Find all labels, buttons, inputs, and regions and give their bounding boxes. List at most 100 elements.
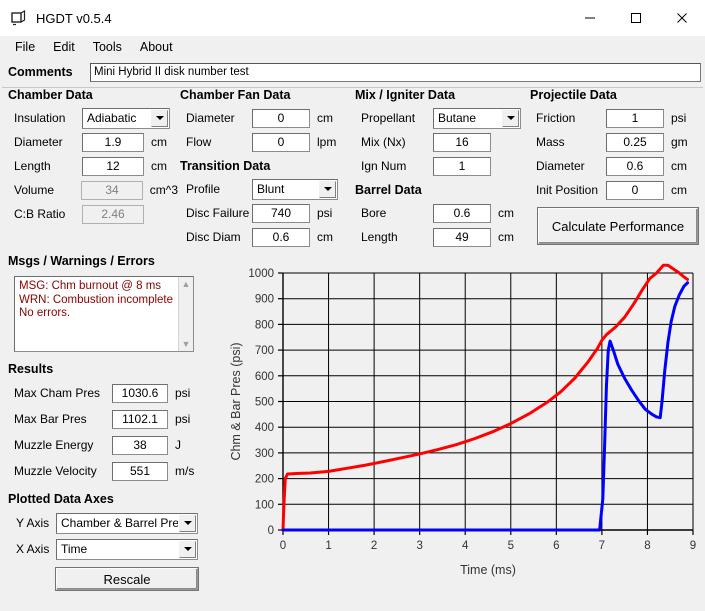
friction-unit: psi (671, 111, 686, 125)
transition-data-title: Transition Data (180, 159, 348, 173)
chamber-length-input[interactable]: 12 (82, 157, 144, 176)
message-line: WRN: Combustion incomplete (19, 294, 189, 308)
chevron-down-icon[interactable] (151, 110, 168, 127)
menu-bar: File Edit Tools About (0, 36, 705, 58)
profile-select[interactable]: Blunt (252, 179, 338, 200)
field-bore: Bore 0.6 cm (355, 201, 525, 225)
field-chamber-diameter-label: Diameter (8, 135, 82, 149)
chamber-volume-value: 34 (81, 181, 142, 200)
init-position-input[interactable]: 0 (606, 181, 664, 200)
message-line: MSG: Chm burnout @ 8 ms (19, 280, 189, 294)
field-mix-nx: Mix (Nx) 16 (355, 130, 525, 154)
field-fan-flow: Flow 0 lpm (180, 130, 348, 154)
barrel-length-input[interactable]: 49 (433, 228, 491, 247)
rescale-button[interactable]: Rescale (56, 568, 198, 590)
y-axis-select[interactable]: Chamber & Barrel Pressure (56, 513, 198, 534)
chamber-length-unit: cm (151, 159, 167, 173)
close-button[interactable] (659, 0, 705, 36)
chevron-down-icon[interactable] (179, 515, 196, 532)
bore-input[interactable]: 0.6 (433, 204, 491, 223)
field-y-axis: Y Axis Chamber & Barrel Pressure (8, 510, 214, 536)
mix-nx-input[interactable]: 16 (433, 133, 491, 152)
result-max-bar-pres-label: Max Bar Pres (8, 412, 112, 426)
field-barrel-length: Length 49 cm (355, 225, 525, 249)
result-max-bar-pres-unit: psi (175, 412, 190, 426)
calculate-performance-button[interactable]: Calculate Performance (538, 208, 698, 244)
insulation-select[interactable]: Adiabatic (82, 108, 170, 129)
pressure-time-chart[interactable]: 0100200300400500600700800900100001234567… (222, 250, 705, 608)
field-mass-label: Mass (530, 135, 606, 149)
disc-failure-input[interactable]: 740 (252, 204, 310, 223)
friction-input[interactable]: 1 (606, 109, 664, 128)
scroll-down-icon[interactable]: ▼ (182, 337, 191, 351)
panel-chamber-data: Chamber Data Insulation Adiabatic Diamet… (8, 88, 178, 226)
field-propellant-label: Propellant (355, 111, 433, 125)
svg-text:9: 9 (690, 540, 696, 552)
disc-diam-input[interactable]: 0.6 (252, 228, 310, 247)
propellant-value: Butane (434, 111, 501, 125)
result-max-cham-pres-unit: psi (175, 386, 190, 400)
field-insulation: Insulation Adiabatic (8, 106, 178, 130)
profile-value: Blunt (253, 182, 318, 196)
result-max-bar-pres-value: 1102.1 (112, 410, 168, 429)
propellant-select[interactable]: Butane (433, 108, 521, 129)
chevron-down-icon[interactable] (179, 541, 196, 558)
panel-chamber-fan-data: Chamber Fan Data Diameter 0 cm Flow 0 lp… (180, 88, 348, 249)
scroll-up-icon[interactable]: ▲ (182, 277, 191, 291)
menu-item-tools[interactable]: Tools (84, 38, 131, 56)
chamber-volume-unit: cm^3 (150, 183, 178, 197)
fan-flow-input[interactable]: 0 (252, 133, 310, 152)
fan-flow-unit: lpm (317, 135, 336, 149)
minimize-button[interactable] (567, 0, 613, 36)
menu-item-edit[interactable]: Edit (44, 38, 84, 56)
menu-item-file[interactable]: File (6, 38, 44, 56)
messages-scrollbar[interactable]: ▲ ▼ (178, 277, 193, 351)
svg-text:7: 7 (599, 540, 605, 552)
chevron-down-icon[interactable] (502, 110, 519, 127)
barrel-data-title: Barrel Data (355, 183, 525, 197)
field-x-axis-label: X Axis (8, 542, 56, 556)
y-axis-value: Chamber & Barrel Pressure (57, 516, 178, 530)
field-cb-ratio: C:B Ratio 2.46 (8, 202, 178, 226)
maximize-icon (630, 12, 642, 24)
fan-diameter-input[interactable]: 0 (252, 109, 310, 128)
field-profile: Profile Blunt (180, 177, 348, 201)
x-axis-select[interactable]: Time (56, 539, 198, 560)
projectile-data-title: Projectile Data (530, 88, 705, 102)
window-titlebar: HGDT v0.5.4 (0, 0, 705, 36)
chamber-diameter-input[interactable]: 1.9 (82, 133, 144, 152)
messages-text: MSG: Chm burnout @ 8 ms WRN: Combustion … (15, 277, 193, 324)
comments-input[interactable] (90, 63, 701, 82)
mix-igniter-data-title: Mix / Igniter Data (355, 88, 525, 102)
svg-text:4: 4 (462, 540, 469, 552)
init-position-unit: cm (671, 183, 687, 197)
svg-text:900: 900 (255, 294, 274, 306)
messages-title: Msgs / Warnings / Errors (8, 254, 155, 268)
svg-text:0: 0 (280, 540, 286, 552)
field-disc-diam: Disc Diam 0.6 cm (180, 225, 348, 249)
panel-results: Results Max Cham Pres 1030.6 psi Max Bar… (8, 362, 214, 484)
mass-input[interactable]: 0.25 (606, 133, 664, 152)
chevron-down-icon[interactable] (319, 181, 336, 198)
cb-ratio-value: 2.46 (82, 205, 144, 224)
close-icon (676, 12, 688, 24)
svg-text:1000: 1000 (248, 268, 274, 280)
field-friction-label: Friction (530, 111, 606, 125)
field-bore-label: Bore (355, 206, 433, 220)
menu-item-about[interactable]: About (131, 38, 182, 56)
chart-svg: 0100200300400500600700800900100001234567… (222, 250, 705, 608)
field-chamber-diameter: Diameter 1.9 cm (8, 130, 178, 154)
x-axis-value: Time (57, 542, 178, 556)
projectile-diameter-unit: cm (671, 159, 687, 173)
maximize-button[interactable] (613, 0, 659, 36)
ign-num-input[interactable]: 1 (433, 157, 491, 176)
result-max-cham-pres-value: 1030.6 (112, 384, 168, 403)
field-barrel-length-label: Length (355, 230, 433, 244)
svg-text:3: 3 (416, 540, 422, 552)
field-cb-ratio-label: C:B Ratio (8, 207, 82, 221)
field-friction: Friction 1 psi (530, 106, 705, 130)
svg-text:Time (ms): Time (ms) (460, 563, 516, 577)
field-mass: Mass 0.25 gm (530, 130, 705, 154)
messages-box[interactable]: MSG: Chm burnout @ 8 ms WRN: Combustion … (14, 276, 194, 352)
projectile-diameter-input[interactable]: 0.6 (606, 157, 664, 176)
